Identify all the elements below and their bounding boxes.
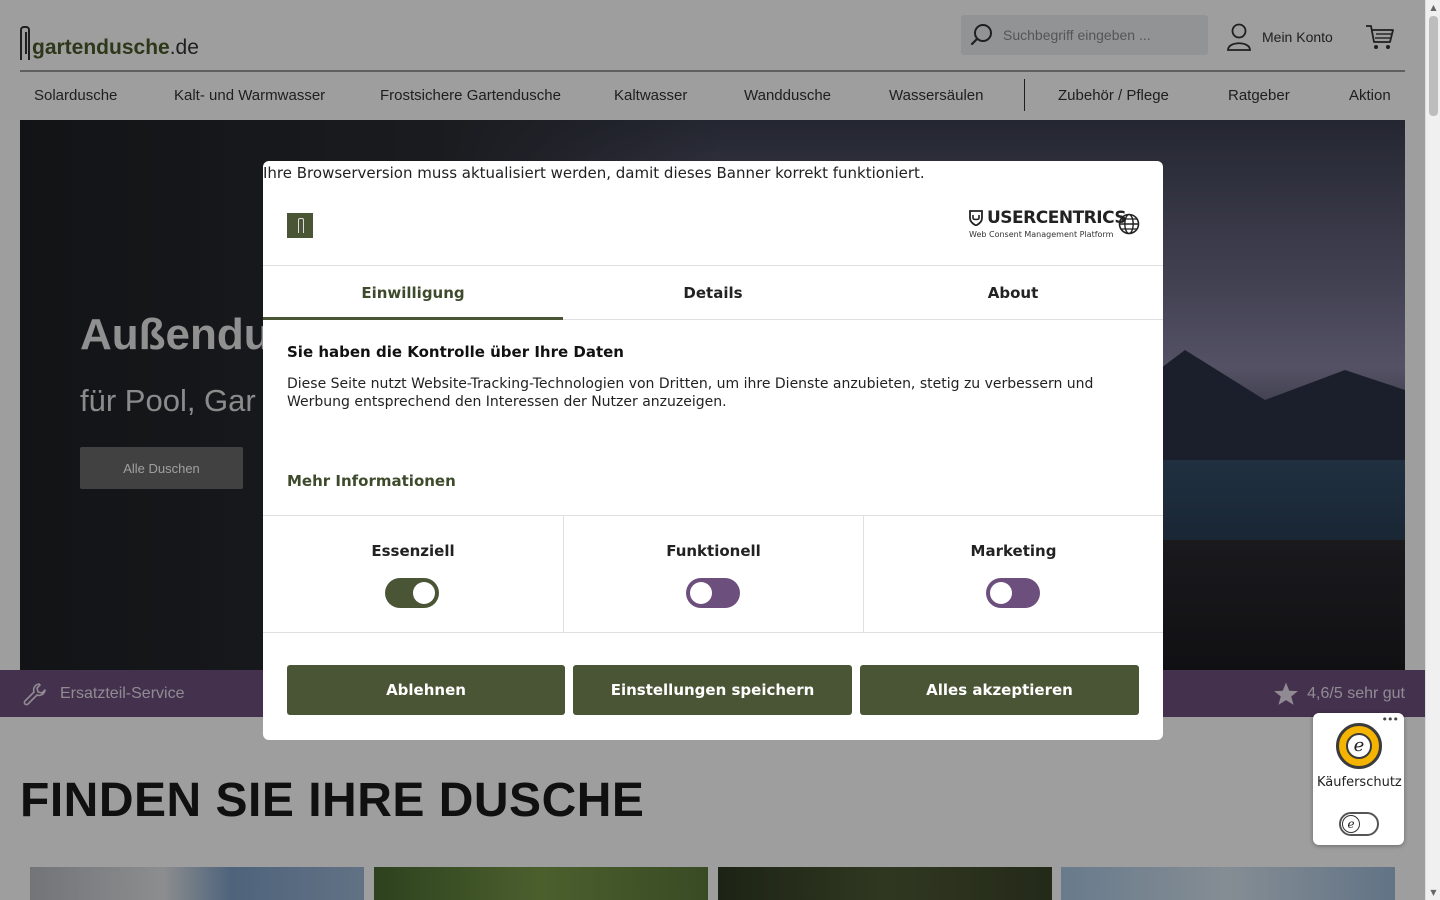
scroll-up-arrow-icon[interactable]: ▲	[1429, 3, 1438, 12]
toggle-knob	[690, 582, 712, 604]
save-settings-button[interactable]: Einstellungen speichern	[573, 665, 852, 715]
category-label: Marketing	[970, 542, 1057, 560]
usercentrics-tagline: Web Consent Management Platform	[969, 230, 1114, 239]
tab-details[interactable]: Details	[563, 266, 863, 320]
trusted-shops-toggle[interactable]: e	[1339, 812, 1379, 836]
buyer-protection-label: Käuferschutz	[1317, 775, 1402, 790]
trusted-shops-e-icon: e	[1342, 815, 1360, 833]
usercentrics-name: USERCENTRICS	[987, 208, 1127, 228]
essenziell-toggle[interactable]	[385, 578, 439, 608]
browser-update-notice: Ihre Browserversion muss aktualisiert we…	[263, 164, 925, 182]
consent-actions: Ablehnen Einstellungen speichern Alles a…	[287, 665, 1139, 715]
consent-description: Diese Seite nutzt Website-Tracking-Techn…	[287, 376, 1094, 410]
consent-tabs: Einwilligung Details About	[263, 265, 1163, 320]
accept-all-button[interactable]: Alles akzeptieren	[860, 665, 1139, 715]
consent-heading: Sie haben die Kontrolle über Ihre Daten	[287, 343, 624, 361]
scrollbar-thumb[interactable]	[1429, 16, 1438, 116]
marketing-toggle[interactable]	[986, 578, 1040, 608]
category-label: Funktionell	[666, 542, 761, 560]
category-funktionell: Funktionell	[563, 516, 863, 633]
trusted-shops-badge[interactable]: ••• e Käuferschutz e	[1313, 713, 1404, 845]
trusted-shops-seal-icon: e	[1336, 723, 1382, 769]
category-marketing: Marketing	[863, 516, 1163, 633]
tab-einwilligung[interactable]: Einwilligung	[263, 266, 563, 320]
scroll-down-arrow-icon[interactable]: ▼	[1429, 888, 1438, 897]
toggle-knob	[990, 582, 1012, 604]
tab-about[interactable]: About	[863, 266, 1163, 320]
usercentrics-logo: USERCENTRICS Web Consent Management Plat…	[969, 208, 1127, 240]
more-info-link[interactable]: Mehr Informationen	[287, 472, 456, 490]
more-options-icon[interactable]: •••	[1382, 713, 1399, 726]
page-scrollbar[interactable]: ▲ ▼	[1425, 0, 1440, 900]
category-essenziell: Essenziell	[263, 516, 563, 633]
decline-button[interactable]: Ablehnen	[287, 665, 565, 715]
seal-letter: e	[1346, 733, 1372, 759]
toggle-knob	[413, 582, 435, 604]
funktionell-toggle[interactable]	[686, 578, 740, 608]
category-label: Essenziell	[371, 542, 455, 560]
consent-categories: Essenziell Funktionell Marketing	[263, 515, 1163, 633]
language-globe-icon[interactable]	[1118, 213, 1140, 235]
site-logo-icon	[287, 213, 313, 238]
consent-dialog: Ihre Browserversion muss aktualisiert we…	[263, 161, 1163, 740]
shield-icon	[969, 210, 983, 226]
